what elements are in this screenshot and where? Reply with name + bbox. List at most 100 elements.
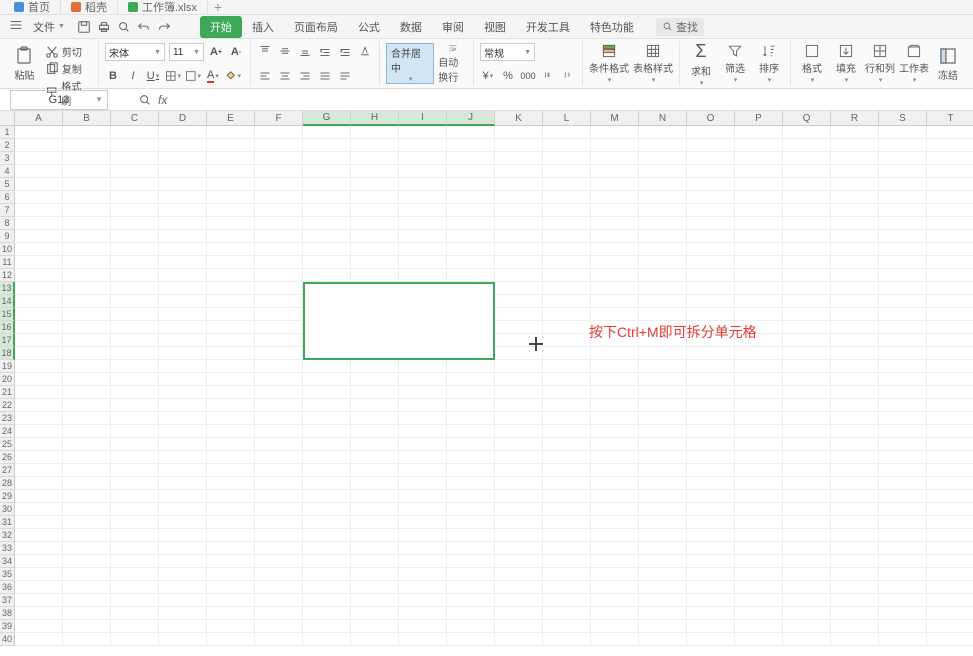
column-header[interactable]: M	[591, 111, 639, 126]
ribbon-tab-1[interactable]: 插入	[242, 16, 284, 38]
cell[interactable]	[399, 568, 447, 581]
cell[interactable]	[735, 269, 783, 282]
cell[interactable]	[111, 373, 159, 386]
cell[interactable]	[399, 243, 447, 256]
cell[interactable]	[591, 360, 639, 373]
cell[interactable]	[831, 633, 879, 646]
cell[interactable]	[303, 269, 351, 282]
cell[interactable]	[111, 503, 159, 516]
cell[interactable]	[207, 139, 255, 152]
cell[interactable]	[447, 191, 495, 204]
cell[interactable]	[207, 152, 255, 165]
cell[interactable]	[687, 529, 735, 542]
cell[interactable]	[399, 204, 447, 217]
cell[interactable]	[351, 243, 399, 256]
ribbon-tab-5[interactable]: 审阅	[432, 16, 474, 38]
cell[interactable]	[687, 165, 735, 178]
cell[interactable]	[591, 464, 639, 477]
cell[interactable]	[159, 373, 207, 386]
cell[interactable]	[255, 165, 303, 178]
cell[interactable]	[783, 464, 831, 477]
cell[interactable]	[591, 503, 639, 516]
cell[interactable]	[879, 256, 927, 269]
cell[interactable]	[639, 295, 687, 308]
ribbon-tab-3[interactable]: 公式	[348, 16, 390, 38]
cell[interactable]	[111, 594, 159, 607]
cell[interactable]	[879, 282, 927, 295]
cell[interactable]	[303, 178, 351, 191]
cell[interactable]	[207, 321, 255, 334]
cell[interactable]	[879, 490, 927, 503]
cell[interactable]	[111, 581, 159, 594]
cell[interactable]	[687, 568, 735, 581]
cell[interactable]	[783, 386, 831, 399]
cell[interactable]	[495, 269, 543, 282]
cell[interactable]	[63, 204, 111, 217]
cell[interactable]	[399, 360, 447, 373]
cell[interactable]	[687, 412, 735, 425]
cell[interactable]	[303, 490, 351, 503]
cell[interactable]	[15, 477, 63, 490]
cell[interactable]	[735, 451, 783, 464]
align-middle-icon[interactable]	[277, 43, 293, 59]
cell[interactable]	[207, 568, 255, 581]
cell[interactable]	[927, 217, 973, 230]
cell[interactable]	[111, 217, 159, 230]
cell[interactable]	[255, 594, 303, 607]
freeze-button[interactable]: 冻结	[933, 43, 963, 84]
row-col-button[interactable]: 行和列▾	[865, 43, 895, 84]
cell[interactable]	[111, 152, 159, 165]
cell[interactable]	[831, 282, 879, 295]
font-name-select[interactable]: 宋体▼	[105, 43, 165, 61]
cell[interactable]	[927, 568, 973, 581]
cell[interactable]	[639, 243, 687, 256]
cell[interactable]	[927, 308, 973, 321]
cell[interactable]	[831, 477, 879, 490]
cell[interactable]	[63, 295, 111, 308]
cell[interactable]	[255, 542, 303, 555]
spreadsheet-grid[interactable]: ABCDEFGHIJKLMNOPQRST 1234567891011121314…	[0, 111, 973, 656]
cell[interactable]	[207, 204, 255, 217]
cell[interactable]	[351, 516, 399, 529]
cell[interactable]	[15, 425, 63, 438]
cell[interactable]	[159, 321, 207, 334]
orientation-icon[interactable]	[357, 43, 373, 59]
cell[interactable]	[159, 594, 207, 607]
cell[interactable]	[495, 477, 543, 490]
cell[interactable]	[927, 620, 973, 633]
cell[interactable]	[591, 139, 639, 152]
cell[interactable]	[783, 282, 831, 295]
cell[interactable]	[783, 399, 831, 412]
cell[interactable]	[207, 516, 255, 529]
cell[interactable]	[447, 217, 495, 230]
cell[interactable]	[351, 165, 399, 178]
font-size-select[interactable]: 11▼	[169, 43, 204, 61]
cell[interactable]	[111, 295, 159, 308]
cell[interactable]	[255, 386, 303, 399]
cell[interactable]	[783, 438, 831, 451]
cell[interactable]	[495, 243, 543, 256]
row-header[interactable]: 15	[0, 308, 15, 321]
cell[interactable]	[159, 503, 207, 516]
cell[interactable]	[207, 295, 255, 308]
cell[interactable]	[159, 620, 207, 633]
cell[interactable]	[159, 152, 207, 165]
cell[interactable]	[495, 191, 543, 204]
cell[interactable]	[303, 256, 351, 269]
cell[interactable]	[255, 425, 303, 438]
cell[interactable]	[783, 503, 831, 516]
cell[interactable]	[495, 399, 543, 412]
cell[interactable]	[399, 282, 447, 295]
cell[interactable]	[735, 191, 783, 204]
cell[interactable]	[783, 451, 831, 464]
cell[interactable]	[63, 217, 111, 230]
cell[interactable]	[735, 386, 783, 399]
cell[interactable]	[687, 620, 735, 633]
cell[interactable]	[735, 425, 783, 438]
cell[interactable]	[879, 204, 927, 217]
cell[interactable]	[351, 321, 399, 334]
column-header[interactable]: E	[207, 111, 255, 126]
cell[interactable]	[15, 620, 63, 633]
cell[interactable]	[111, 529, 159, 542]
cell[interactable]	[543, 399, 591, 412]
